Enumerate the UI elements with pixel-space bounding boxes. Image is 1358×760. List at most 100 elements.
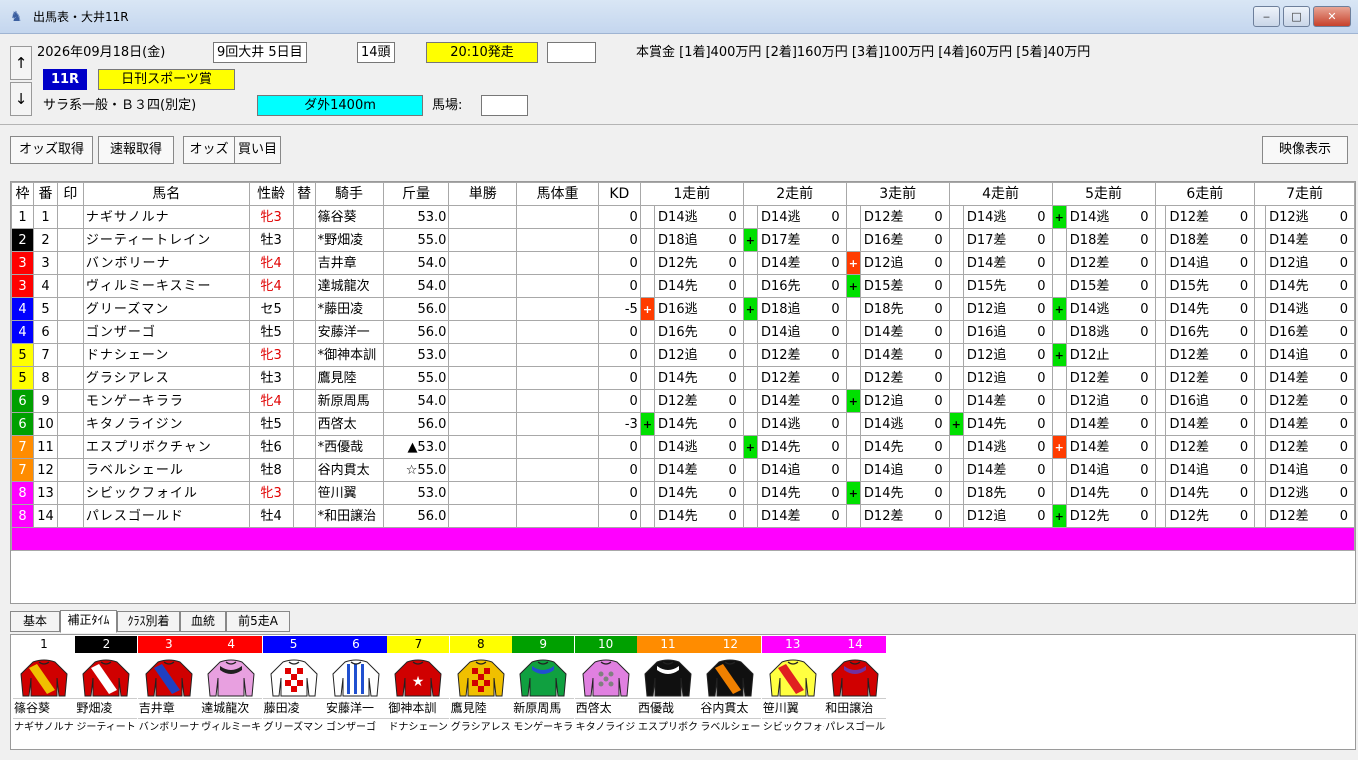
table-row[interactable]: 7 11 エスプリボクチャン 牡6 *西優哉 ▲53.0 0 D14逃 0 + D14先 0 D14先 0… [11, 435, 1355, 459]
col-prev-7[interactable]: 7走前 [1254, 182, 1355, 206]
prev-race-cell[interactable]: D14先 0 [962, 412, 1053, 436]
horse-name-cell[interactable]: グラシアレス [82, 366, 250, 390]
jockey-cell[interactable]: 谷内貫太 [314, 458, 384, 482]
prev-race-cell[interactable]: D12差 0 [859, 504, 950, 528]
prev-race-cell[interactable]: D14差 0 [1065, 412, 1156, 436]
prev-race-cell[interactable]: D16先 0 [756, 274, 847, 298]
prev-race-cell[interactable]: D14差 0 [756, 504, 847, 528]
jockey-silk-column[interactable]: 4 達城龍次ヴィルミーキスミー [200, 636, 263, 748]
prev-race-cell[interactable]: D14先 0 [654, 481, 744, 505]
prev-race-cell[interactable]: D12差 0 [859, 205, 950, 229]
jockey-cell[interactable]: 安藤洋一 [314, 320, 384, 344]
prev-race-cell[interactable]: D14追 0 [1165, 458, 1256, 482]
prev-race-cell[interactable]: D16差 0 [859, 228, 950, 252]
odds-button[interactable]: オッズ [183, 136, 235, 164]
odds-fetch-button[interactable]: オッズ取得 [10, 136, 93, 164]
table-row[interactable]: 3 3 バンボリーナ 牝4 吉井章 54.0 0 D12先 0 D14差 0 + D12追 0 D14差 0 D… [11, 251, 1355, 275]
jockey-cell[interactable]: 鷹見陸 [314, 366, 384, 390]
prev-race-cell[interactable]: D14先 0 [654, 412, 744, 436]
tab-class-finish[interactable]: ｸﾗｽ別着 [117, 611, 180, 632]
table-row[interactable]: 8 14 パレスゴールド 牡4 *和田譲治 56.0 0 D14先 0 D14差 0 D12差 0 D12… [11, 504, 1355, 528]
tab-pedigree[interactable]: 血統 [180, 611, 226, 632]
prev-race-cell[interactable]: D14差 0 [1165, 412, 1256, 436]
prev-race-cell[interactable]: D14差 0 [1265, 412, 1355, 436]
horse-name-cell[interactable]: ドナシェーン [82, 343, 250, 367]
mark-cell[interactable] [56, 274, 84, 298]
mark-cell[interactable] [56, 389, 84, 413]
minimize-button[interactable]: ‒ [1253, 6, 1280, 27]
tab-adjusted-time[interactable]: 補正ﾀｲﾑ [60, 610, 117, 633]
prev-race-cell[interactable]: D14追 0 [1165, 251, 1256, 275]
prev-race-cell[interactable]: D18逃 0 [1065, 320, 1156, 344]
col-jockey[interactable]: 騎手 [314, 182, 384, 206]
table-row[interactable]: 1 1 ナギサノルナ 牝3 篠谷葵 53.0 0 D14逃 0 D14逃 0 D12差 0 D14逃 0 + D… [11, 205, 1355, 229]
col-prev-5[interactable]: 5走前 [1051, 182, 1156, 206]
prev-race-cell[interactable]: D16追 0 [1165, 389, 1256, 413]
prev-race-cell[interactable]: D14逃 0 [654, 205, 744, 229]
horse-name-cell[interactable]: キタノライジン [82, 412, 250, 436]
mark-cell[interactable] [56, 435, 84, 459]
next-race-button[interactable]: ↓ [10, 82, 32, 116]
prev-race-cell[interactable]: D15差 0 [1065, 274, 1156, 298]
prev-race-cell[interactable]: D14逃 0 [1265, 297, 1355, 321]
prev-race-cell[interactable]: D14追 0 [1065, 458, 1156, 482]
jockey-cell[interactable]: *野畑凌 [314, 228, 384, 252]
prev-race-cell[interactable]: D14先 0 [859, 435, 950, 459]
prev-race-cell[interactable]: D12追 0 [654, 343, 744, 367]
prev-race-cell[interactable]: D14追 0 [756, 458, 847, 482]
prev-race-cell[interactable]: D14逃 0 [962, 435, 1053, 459]
prev-race-cell[interactable]: D18先 0 [859, 297, 950, 321]
prev-race-cell[interactable]: D14差 0 [859, 320, 950, 344]
prev-race-cell[interactable]: D12追 0 [962, 297, 1053, 321]
prev-race-cell[interactable]: D14差 0 [962, 251, 1053, 275]
prev-race-cell[interactable]: D12追 0 [962, 343, 1053, 367]
col-prev-3[interactable]: 3走前 [845, 182, 950, 206]
prev-race-cell[interactable]: D12差 0 [1265, 389, 1355, 413]
prev-race-cell[interactable]: D14先 0 [756, 481, 847, 505]
col-prev-6[interactable]: 6走前 [1154, 182, 1256, 206]
prev-race-cell[interactable]: D14逃 0 [1065, 297, 1156, 321]
col-kd[interactable]: KD [597, 182, 641, 206]
prev-race-cell[interactable]: D12追 0 [859, 389, 950, 413]
prev-race-cell[interactable]: D14先 0 [654, 504, 744, 528]
mark-cell[interactable] [56, 205, 84, 229]
prev-race-cell[interactable]: D12差 0 [1065, 366, 1156, 390]
horse-name-cell[interactable]: グリーズマン [82, 297, 250, 321]
prev-race-cell[interactable]: D16先 0 [654, 320, 744, 344]
jockey-cell[interactable]: 篠谷葵 [314, 205, 384, 229]
prev-race-cell[interactable]: D14追 0 [756, 320, 847, 344]
jockey-silk-column[interactable]: 9 新原周馬モンゲーキララ [512, 636, 575, 748]
prev-race-cell[interactable]: D12差 0 [1165, 205, 1256, 229]
prev-race-cell[interactable]: D12差 0 [1065, 251, 1156, 275]
mark-cell[interactable] [56, 228, 84, 252]
table-row[interactable]: 6 10 キタノライジン 牡5 西啓太 56.0 -3 + D14先 0 D14逃 0 D14逃 0 + D1… [11, 412, 1355, 436]
prev-race-cell[interactable]: D12追 0 [962, 366, 1053, 390]
prev-race-cell[interactable]: D14差 0 [756, 389, 847, 413]
table-row[interactable]: 6 9 モンゲーキララ 牝4 新原周馬 54.0 0 D12差 0 D14差 0 + D12追 0 D14差… [11, 389, 1355, 413]
jockey-cell[interactable]: 達城龍次 [314, 274, 384, 298]
prev-race-cell[interactable]: D14先 0 [1165, 297, 1256, 321]
prev-race-cell[interactable]: D12差 0 [1165, 435, 1256, 459]
prev-race-cell[interactable]: D12差 0 [654, 389, 744, 413]
prev-race-cell[interactable]: D12追 0 [1265, 251, 1355, 275]
jockey-cell[interactable]: *西優哉 [314, 435, 384, 459]
prev-race-cell[interactable]: D12追 0 [859, 251, 950, 275]
prev-race-cell[interactable]: D12逃 0 [1265, 205, 1355, 229]
prev-race-cell[interactable]: D14先 0 [859, 481, 950, 505]
prev-race-cell[interactable]: D14差 0 [1065, 435, 1156, 459]
horse-name-cell[interactable]: シビックフォイル [82, 481, 250, 505]
bets-button[interactable]: 買い目 [234, 136, 281, 164]
jockey-cell[interactable]: 吉井章 [314, 251, 384, 275]
jockey-silk-column[interactable]: 14 和田譲治パレスゴールド [824, 636, 887, 748]
mark-cell[interactable] [56, 251, 84, 275]
jockey-silk-column[interactable]: 13 笹川翼シビックフォイル [761, 636, 824, 748]
jockey-silk-column[interactable]: 5 藤田凌 グリーズマン [262, 636, 325, 748]
col-weight[interactable]: 斤量 [382, 182, 450, 206]
prev-race-cell[interactable]: D12差 0 [1165, 343, 1256, 367]
mark-cell[interactable] [56, 504, 84, 528]
prev-race-cell[interactable]: D14差 0 [962, 389, 1053, 413]
prev-race-cell[interactable]: D14追 0 [859, 458, 950, 482]
prev-race-cell[interactable]: D14逃 0 [756, 412, 847, 436]
prev-race-cell[interactable]: D12先 0 [1065, 504, 1156, 528]
tab-basic[interactable]: 基本 [10, 611, 60, 632]
